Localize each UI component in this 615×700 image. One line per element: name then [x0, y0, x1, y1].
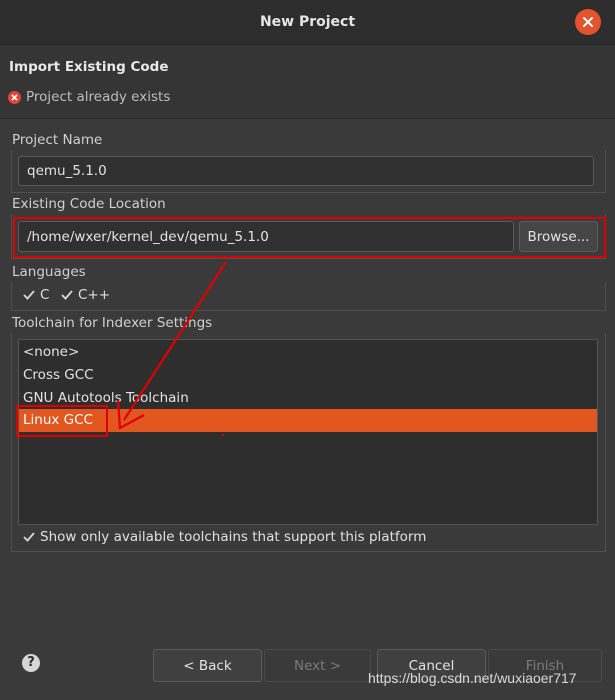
annotation-arrow [116, 261, 227, 430]
next-button[interactable]: Next > [264, 649, 371, 682]
help-icon[interactable]: ? [22, 654, 40, 672]
back-button[interactable]: < Back [153, 649, 262, 682]
watermark-text: https://blog.csdn.net/wuxiaoer717 [368, 670, 577, 686]
